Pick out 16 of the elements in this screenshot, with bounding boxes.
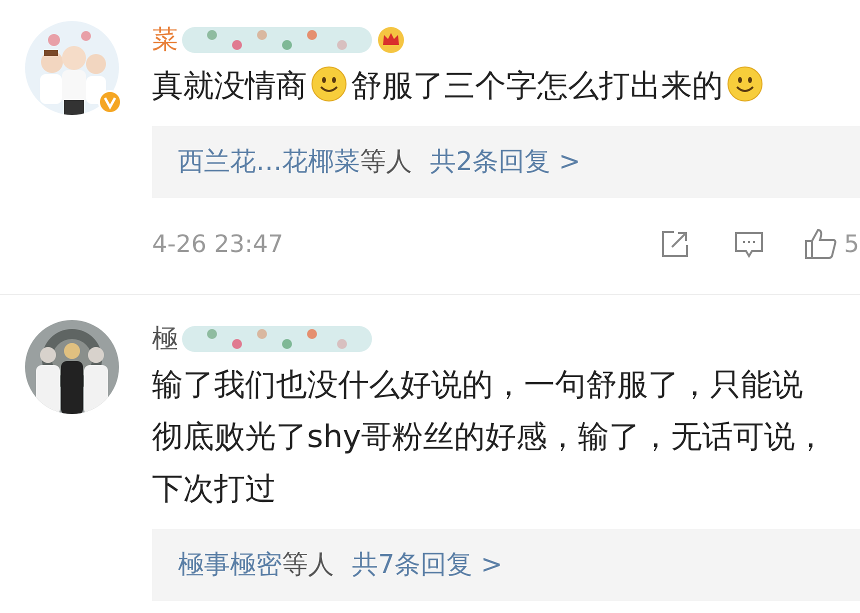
timestamp: 4-26 23:47 <box>152 229 284 260</box>
like-count: 5 <box>844 229 860 260</box>
smile-emoji-icon <box>311 66 347 102</box>
reply-users: 極事極密等人 <box>178 548 334 582</box>
thumbs-up-icon[interactable] <box>804 228 838 260</box>
reply-count-link[interactable]: 共2条回复 > <box>430 142 581 182</box>
comment-text: 输了我们也没什么好说的，一句舒服了，只能说彻底败光了shy哥粉丝的好感，输了，无话可说，下次打过 <box>152 366 828 509</box>
share-icon[interactable] <box>660 229 690 259</box>
replies-panel[interactable]: 西兰花…花椰菜等人 共2条回复 > <box>152 126 860 198</box>
username[interactable]: 極 <box>152 320 178 358</box>
smile-emoji-icon <box>727 66 763 102</box>
comment-icon[interactable] <box>734 229 764 259</box>
comment-text: 真就没情商 舒服了三个字怎么打出来的 <box>152 60 860 112</box>
reply-count-link[interactable]: 共7条回复 > <box>352 546 503 584</box>
replies-panel[interactable]: 極事極密等人 共7条回复 > <box>152 529 860 601</box>
reply-users: 西兰花…花椰菜等人 <box>178 146 412 178</box>
